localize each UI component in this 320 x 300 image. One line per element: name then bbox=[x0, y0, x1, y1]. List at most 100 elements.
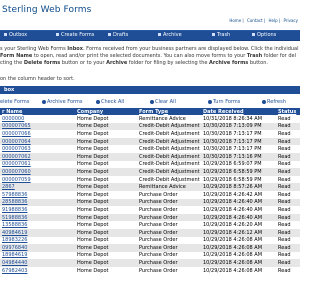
column-header-date-received[interactable]: Date Received bbox=[201, 108, 276, 115]
form-name-link[interactable]: 28588836 bbox=[0, 198, 75, 207]
status-cell: Read bbox=[276, 122, 300, 131]
form-type-cell: Purchase Order bbox=[137, 213, 201, 222]
form-name-link[interactable]: 2867 bbox=[0, 183, 75, 191]
status-cell: Read bbox=[276, 236, 300, 245]
form-type-cell: Remittance Advice bbox=[137, 115, 201, 123]
company-cell: Home Depot bbox=[75, 152, 137, 161]
date-received-cell: 10/29/2018 4:26:08 AM bbox=[201, 266, 276, 275]
form-name-link[interactable]: 000007065 bbox=[0, 122, 75, 131]
date-received-cell: 10/31/2018 8:26:34 AM bbox=[201, 115, 276, 123]
nav-archive[interactable]: Archive bbox=[158, 32, 182, 38]
column-header-form-name[interactable]: r Name bbox=[0, 108, 75, 115]
privacy-link[interactable]: Privacy bbox=[284, 18, 298, 23]
table-row[interactable]: 18983226 Home Depot Purchase Order 10/29/20… bbox=[0, 236, 300, 245]
home-link[interactable]: Home bbox=[229, 18, 241, 23]
form-name-link[interactable]: 000007060 bbox=[0, 168, 75, 176]
column-header-status[interactable]: Status bbox=[276, 108, 300, 115]
radio-icon bbox=[262, 99, 266, 104]
form-type-cell: Remittance Advice bbox=[137, 183, 201, 191]
nav-outbox[interactable]: Outbox bbox=[4, 32, 27, 38]
table-row[interactable]: 000007062 Home Depot Credit-Debit Adjustme… bbox=[0, 152, 300, 161]
table-row[interactable]: 04984440 Home Depot Purchase Order 10/29/20… bbox=[0, 259, 300, 267]
table-row[interactable]: 18984619 Home Depot Purchase Order 10/29/20… bbox=[0, 251, 300, 260]
form-name-link[interactable]: 18983226 bbox=[0, 236, 75, 245]
bullet-icon bbox=[4, 33, 7, 36]
form-type-cell: Purchase Order bbox=[137, 228, 201, 237]
form-name-link[interactable]: 09976840 bbox=[0, 244, 75, 252]
table-row[interactable]: 91988836 Home Depot Purchase Order 10/29/20… bbox=[0, 206, 300, 214]
form-type-cell: Credit-Debit Adjustment bbox=[137, 175, 201, 184]
form-name-link[interactable]: 91988836 bbox=[0, 206, 75, 214]
form-type-cell: Credit-Debit Adjustment bbox=[137, 122, 201, 131]
table-row[interactable]: 000007059 Home Depot Credit-Debit Adjustme… bbox=[0, 175, 300, 184]
clear-all-button[interactable]: Clear All bbox=[150, 99, 176, 105]
form-name-link[interactable]: 40984619 bbox=[0, 228, 75, 237]
contact-link[interactable]: Contact bbox=[247, 18, 263, 23]
table-row[interactable]: 28588836 Home Depot Purchase Order 10/29/20… bbox=[0, 198, 300, 207]
nav-drafts[interactable]: Drafts bbox=[108, 32, 128, 38]
nav-trash[interactable]: Trash bbox=[212, 32, 230, 38]
company-cell: Home Depot bbox=[75, 259, 137, 267]
turn-forms-button[interactable]: Turn Forms bbox=[208, 99, 240, 105]
bullet-icon bbox=[108, 33, 111, 36]
form-name-link[interactable]: 0000000 bbox=[0, 115, 75, 123]
form-name-link[interactable]: 000007061 bbox=[0, 160, 75, 169]
help-link[interactable]: Help bbox=[269, 18, 278, 23]
forms-table: r Name Company Form Type Date Received S… bbox=[0, 108, 300, 275]
column-header-form-type[interactable]: Form Type bbox=[137, 108, 201, 115]
bullet-icon bbox=[158, 33, 161, 36]
status-cell: Read bbox=[276, 213, 300, 222]
table-row[interactable]: 0000000 Home Depot Remittance Advice 10/31/… bbox=[0, 115, 300, 123]
company-cell: Home Depot bbox=[75, 206, 137, 214]
status-cell: Read bbox=[276, 183, 300, 191]
column-header-company[interactable]: Company bbox=[75, 108, 137, 115]
date-received-cell: 10/29/2018 4:26:08 AM bbox=[201, 244, 276, 252]
company-cell: Home Depot bbox=[75, 160, 137, 169]
table-row[interactable]: 000007061 Home Depot Credit-Debit Adjustme… bbox=[0, 160, 300, 169]
archive-forms-button[interactable]: Archive Forms bbox=[42, 99, 83, 105]
form-name-link[interactable]: 67982403 bbox=[0, 266, 75, 275]
table-row[interactable]: 57988836 Home Depot Purchase Order 10/29/20… bbox=[0, 190, 300, 199]
form-name-link[interactable]: 000007064 bbox=[0, 137, 75, 146]
form-name-link[interactable]: 51988836 bbox=[0, 213, 75, 222]
delete-forms-button[interactable]: elete Forms bbox=[0, 99, 29, 105]
status-cell: Read bbox=[276, 221, 300, 229]
date-received-cell: 10/30/2018 7:13:09 PM bbox=[201, 122, 276, 131]
date-received-cell: 10/29/2018 8:57:26 AM bbox=[201, 183, 276, 191]
refresh-button[interactable]: Refresh bbox=[262, 99, 286, 105]
table-row[interactable]: 67982403 Home Depot Purchase Order 10/29/20… bbox=[0, 266, 300, 275]
nav-options[interactable]: Options bbox=[252, 32, 276, 38]
form-name-link[interactable]: 000007059 bbox=[0, 175, 75, 184]
nav-create-forms[interactable]: Create Forms bbox=[56, 32, 94, 38]
table-row[interactable]: 40984619 Home Depot Purchase Order 10/29/20… bbox=[0, 228, 300, 237]
check-all-button[interactable]: Check All bbox=[96, 99, 124, 105]
status-cell: Read bbox=[276, 152, 300, 161]
date-received-cell: 10/29/2018 4:26:08 AM bbox=[201, 259, 276, 267]
form-name-link[interactable]: 13588836 bbox=[0, 221, 75, 229]
radio-icon bbox=[96, 99, 100, 104]
table-row[interactable]: 2867 Home Depot Remittance Advice 10/29/201… bbox=[0, 183, 300, 191]
table-row[interactable]: 000007063 Home Depot Credit-Debit Adjustme… bbox=[0, 145, 300, 153]
table-row[interactable]: 000007065 Home Depot Credit-Debit Adjustme… bbox=[0, 122, 300, 131]
table-row[interactable]: 13588836 Home Depot Purchase Order 10/29/20… bbox=[0, 221, 300, 229]
table-row[interactable]: 000007060 Home Depot Credit-Debit Adjustme… bbox=[0, 168, 300, 176]
form-name-link[interactable]: 18984619 bbox=[0, 251, 75, 260]
company-cell: Home Depot bbox=[75, 190, 137, 199]
radio-icon bbox=[42, 99, 46, 104]
form-name-link[interactable]: 04984440 bbox=[0, 259, 75, 267]
form-name-link[interactable]: 57988836 bbox=[0, 190, 75, 199]
status-cell: Read bbox=[276, 160, 300, 169]
table-row[interactable]: 09976840 Home Depot Purchase Order 10/29/20… bbox=[0, 244, 300, 252]
sort-hint: on the column header to sort. bbox=[0, 76, 75, 82]
form-type-cell: Purchase Order bbox=[137, 221, 201, 229]
table-row[interactable]: 000007064 Home Depot Credit-Debit Adjustme… bbox=[0, 137, 300, 146]
table-row[interactable]: 000007066 Home Depot Credit-Debit Adjustme… bbox=[0, 130, 300, 138]
form-name-link[interactable]: 000007062 bbox=[0, 152, 75, 161]
form-type-cell: Purchase Order bbox=[137, 198, 201, 207]
form-name-link[interactable]: 000007066 bbox=[0, 130, 75, 138]
table-row[interactable]: 51988836 Home Depot Purchase Order 10/29/20… bbox=[0, 213, 300, 222]
company-cell: Home Depot bbox=[75, 236, 137, 245]
bullet-icon bbox=[212, 33, 215, 36]
form-name-link[interactable]: 000007063 bbox=[0, 145, 75, 153]
status-cell: Read bbox=[276, 137, 300, 146]
